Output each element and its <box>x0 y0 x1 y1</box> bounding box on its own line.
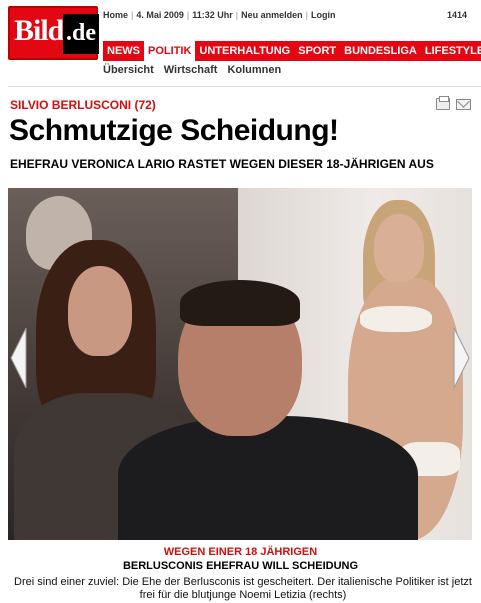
main-nav: NEWS POLITIK UNTERHALTUNG SPORT BUNDESLIGA LI… <box>103 41 481 61</box>
photo-figure-girl-face <box>374 214 424 282</box>
article-tools <box>436 96 476 112</box>
article-headline: Schmutzige Scheidung! <box>9 114 339 147</box>
nav-item-news[interactable]: NEWS <box>103 41 144 61</box>
article-photo <box>8 188 472 540</box>
logo-text-de: .de <box>63 14 99 54</box>
date-text: 4. Mai 2009 <box>136 10 184 20</box>
home-link[interactable]: Home <box>103 8 128 22</box>
caption-headline: BERLUSCONIS EHEFRAU WILL SCHEIDUNG <box>122 560 359 572</box>
caption-kicker: WEGEN EINER 18 JÄHRIGEN <box>163 546 318 558</box>
page-counter: 1414 <box>446 10 467 20</box>
sub-nav: Übersicht Wirtschaft Kolumnen <box>103 64 291 76</box>
subnav-item-kolumnen[interactable]: Kolumnen <box>227 64 281 76</box>
article-kicker: SILVIO BERLUSCONI (72) <box>10 98 156 112</box>
nav-item-sport[interactable]: SPORT <box>294 41 340 61</box>
subnav-item-wirtschaft[interactable]: Wirtschaft <box>164 64 218 76</box>
photo-figure-girl-top <box>360 306 432 332</box>
nav-item-politik[interactable]: POLITIK <box>144 41 196 61</box>
chevron-left-icon[interactable] <box>10 328 28 388</box>
nav-item-unterhaltung[interactable]: UNTERHALTUNG <box>195 41 294 61</box>
photo-figure-man-body <box>118 416 418 540</box>
mail-icon[interactable] <box>456 99 471 110</box>
caption-text: Drei sind einer zuviel: Die Ehe der Berl… <box>14 576 472 601</box>
print-icon[interactable] <box>436 96 450 110</box>
nav-item-bundesliga[interactable]: BUNDESLIGA <box>340 41 421 61</box>
utility-bar: Home | 4. Mai 2009 | 11:32 Uhr | Neu anmelden |… <box>103 8 467 22</box>
photo-figure-man-hair <box>180 280 300 326</box>
bild-logo[interactable]: Bild .de <box>8 6 99 60</box>
register-link[interactable]: Neu anmelden <box>241 8 303 22</box>
subnav-item-uebersicht[interactable]: Übersicht <box>103 64 154 76</box>
divider <box>8 86 481 87</box>
time-text: 11:32 Uhr <box>192 10 233 20</box>
nav-item-lifestyle[interactable]: LIFESTYLE <box>421 41 481 61</box>
chevron-right-icon[interactable] <box>452 328 470 388</box>
article-subhead: EHEFRAU VERONICA LARIO RASTET WEGEN DIES… <box>10 157 434 171</box>
photo-figure-woman-face <box>68 266 132 356</box>
logo-text-bild: Bild <box>14 14 64 47</box>
login-link[interactable]: Login <box>311 8 336 22</box>
